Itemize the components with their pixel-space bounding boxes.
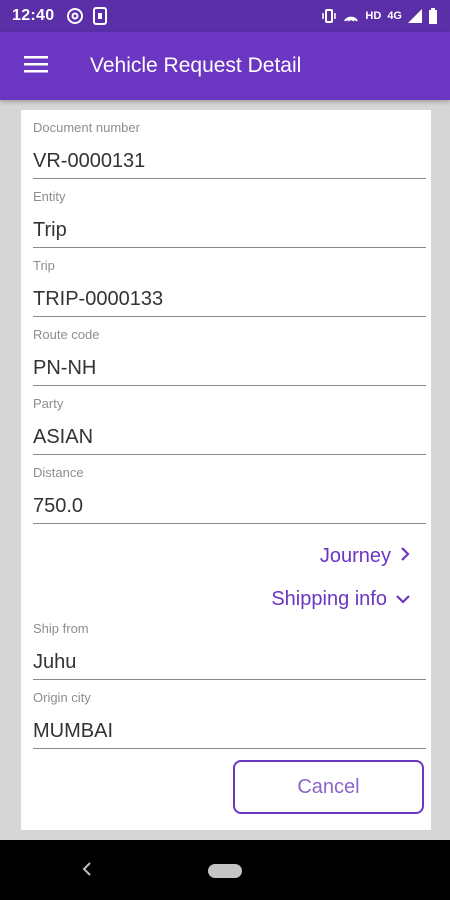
field-trip[interactable]: Trip TRIP-0000133 — [33, 248, 426, 317]
status-left-icons — [66, 7, 108, 25]
field-label: Route code — [33, 327, 100, 342]
status-right-icons: HD 4G — [321, 8, 438, 24]
field-label: Origin city — [33, 690, 91, 705]
cancel-button[interactable]: Cancel — [233, 760, 424, 814]
journey-label: Journey — [319, 545, 391, 567]
field-label: Distance — [33, 465, 84, 480]
battery-icon — [428, 8, 438, 24]
field-label: Party — [33, 396, 64, 411]
vibrate-icon — [321, 9, 337, 23]
page-title: Vehicle Request Detail — [90, 54, 302, 77]
field-value: PN-NH — [33, 357, 97, 379]
app-bar: Vehicle Request Detail — [0, 32, 450, 100]
signal-icon — [408, 9, 422, 23]
field-underline — [33, 748, 426, 749]
field-route-code[interactable]: Route code PN-NH — [33, 317, 426, 386]
field-label: Entity — [33, 189, 66, 204]
field-label: Ship from — [33, 621, 89, 636]
hotspot-icon — [343, 9, 359, 23]
at-sign-icon — [66, 7, 84, 25]
field-label: Trip — [33, 258, 55, 273]
chevron-right-icon — [399, 545, 411, 568]
field-party[interactable]: Party ASIAN — [33, 386, 426, 455]
home-pill[interactable] — [208, 864, 242, 878]
field-entity[interactable]: Entity Trip — [33, 179, 426, 248]
detail-card: Document number VR-0000131 Entity Trip T… — [21, 110, 431, 830]
app-notification-icon — [92, 7, 108, 25]
field-underline — [33, 523, 426, 524]
field-value: ASIAN — [33, 426, 94, 448]
field-value: 750.0 — [33, 495, 84, 517]
network-4g-label: 4G — [387, 10, 402, 22]
field-document-number[interactable]: Document number VR-0000131 — [33, 110, 426, 179]
menu-button[interactable] — [0, 32, 72, 100]
field-value: TRIP-0000133 — [33, 288, 164, 310]
status-bar: 12:40 HD 4G — [0, 0, 450, 32]
system-nav-bar — [0, 840, 450, 900]
field-label: Document number — [33, 120, 140, 135]
chevron-down-icon — [395, 588, 411, 611]
status-time: 12:40 — [12, 7, 55, 24]
field-distance[interactable]: Distance 750.0 — [33, 455, 426, 524]
field-value: MUMBAI — [33, 720, 113, 742]
network-hd-label: HD — [365, 10, 382, 22]
back-icon[interactable] — [80, 860, 94, 883]
journey-link[interactable]: Journey — [320, 545, 411, 568]
menu-icon — [24, 55, 48, 78]
field-value: Juhu — [33, 651, 77, 673]
field-value: VR-0000131 — [33, 150, 146, 172]
field-origin-city[interactable]: Origin city MUMBAI — [33, 680, 426, 749]
shipping-info-label: Shipping info — [271, 588, 387, 610]
field-ship-from[interactable]: Ship from Juhu — [33, 611, 426, 680]
field-value: Trip — [33, 219, 67, 241]
shipping-info-toggle[interactable]: Shipping info — [271, 588, 411, 611]
